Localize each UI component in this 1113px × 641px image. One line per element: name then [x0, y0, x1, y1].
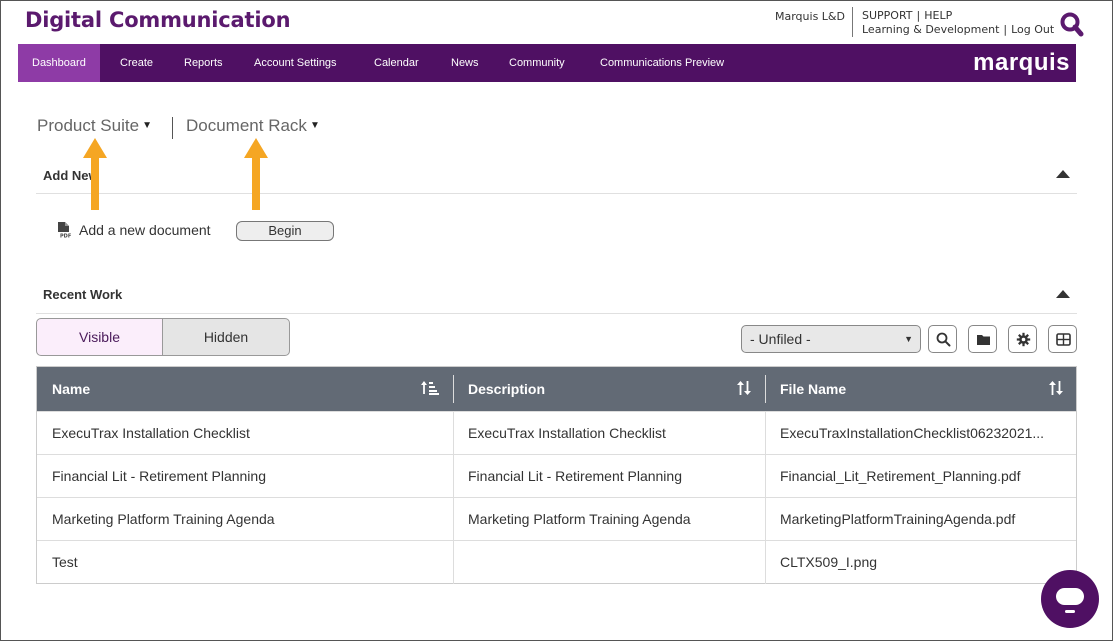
- nav-account-settings[interactable]: Account Settings: [254, 44, 337, 82]
- link-separator: |: [916, 9, 921, 22]
- app-title: Digital Communication: [25, 8, 291, 32]
- section-divider: [36, 193, 1077, 194]
- header-file-name[interactable]: File Name: [765, 367, 1076, 411]
- recent-work-table: Name Description File Name ExecuTrax Ins…: [36, 366, 1077, 584]
- chat-icon: [1056, 588, 1084, 613]
- add-document-label: Add a new document: [79, 222, 211, 238]
- sort-icon: [1049, 381, 1063, 395]
- cell-name[interactable]: ExecuTrax Installation Checklist: [37, 412, 453, 454]
- visible-tab[interactable]: Visible: [36, 318, 163, 356]
- nav-create[interactable]: Create: [120, 44, 153, 82]
- document-rack-label: Document Rack: [186, 116, 307, 135]
- header-description-label: Description: [468, 381, 546, 397]
- link-separator: |: [1003, 23, 1008, 36]
- table-row[interactable]: Marketing Platform Training Agenda Marke…: [37, 497, 1076, 541]
- marquis-logo: marquis: [973, 49, 1070, 76]
- annotation-arrow-icon: [242, 136, 270, 212]
- main-navbar: Dashboard Create Reports Account Setting…: [18, 44, 1076, 82]
- settings-button[interactable]: [1008, 325, 1037, 353]
- header-divider: [852, 7, 853, 37]
- columns-button[interactable]: [1048, 325, 1077, 353]
- search-icon: [936, 332, 951, 347]
- search-icon[interactable]: [1060, 12, 1084, 38]
- cell-file-name: Financial_Lit_Retirement_Planning.pdf: [780, 468, 1021, 484]
- selector-divider: [172, 117, 173, 139]
- collapse-recent-work-icon[interactable]: [1056, 290, 1070, 298]
- nav-calendar[interactable]: Calendar: [374, 44, 419, 82]
- folder-icon: [977, 335, 990, 345]
- section-divider: [36, 313, 1077, 314]
- product-suite-dropdown[interactable]: Product Suite ▼: [37, 116, 152, 136]
- header-name[interactable]: Name: [37, 367, 453, 411]
- nav-dashboard[interactable]: Dashboard: [18, 44, 100, 82]
- sort-icon: [737, 381, 751, 395]
- pdf-document-icon: PDF: [57, 222, 71, 240]
- table-row[interactable]: Financial Lit - Retirement Planning Fina…: [37, 454, 1076, 498]
- header-file-name-label: File Name: [780, 381, 847, 397]
- collapse-add-new-icon[interactable]: [1056, 170, 1070, 178]
- gear-icon: [1016, 332, 1031, 347]
- recent-work-title: Recent Work: [43, 287, 123, 302]
- nav-news[interactable]: News: [451, 44, 479, 82]
- folder-filter-value: - Unfiled -: [750, 331, 811, 347]
- header-description[interactable]: Description: [453, 367, 765, 411]
- header-name-label: Name: [52, 381, 91, 397]
- search-button[interactable]: [928, 325, 957, 353]
- cell-file-name: ExecuTraxInstallationChecklist06232021..…: [780, 425, 1045, 441]
- cell-description: ExecuTrax Installation Checklist: [468, 425, 666, 441]
- grid-icon: [1056, 333, 1071, 346]
- caret-down-icon: ▼: [904, 334, 913, 344]
- nav-communications-preview[interactable]: Communications Preview: [600, 44, 724, 82]
- table-row[interactable]: ExecuTrax Installation Checklist ExecuTr…: [37, 411, 1076, 455]
- cell-file-name: MarketingPlatformTrainingAgenda.pdf: [780, 511, 1016, 527]
- cell-description: Financial Lit - Retirement Planning: [468, 468, 682, 484]
- product-suite-label: Product Suite: [37, 116, 140, 135]
- table-row[interactable]: Test CLTX509_I.png: [37, 540, 1076, 584]
- user-name: Marquis L&D: [775, 10, 845, 23]
- cell-name[interactable]: Test: [37, 541, 453, 583]
- folder-filter-select[interactable]: - Unfiled - ▼: [741, 325, 921, 353]
- annotation-arrow-icon: [81, 136, 109, 212]
- cell-name[interactable]: Marketing Platform Training Agenda: [37, 498, 453, 540]
- nav-community[interactable]: Community: [509, 44, 565, 82]
- sort-ascending-icon: [421, 381, 439, 395]
- cell-name[interactable]: Financial Lit - Retirement Planning: [37, 455, 453, 497]
- svg-text:PDF: PDF: [60, 234, 71, 239]
- support-link[interactable]: SUPPORT: [862, 9, 913, 22]
- learning-development-link[interactable]: Learning & Development: [862, 23, 999, 36]
- document-rack-dropdown[interactable]: Document Rack ▼: [186, 116, 320, 136]
- nav-reports[interactable]: Reports: [184, 44, 223, 82]
- header-links: SUPPORT | HELP Learning & Development | Log …: [862, 9, 1054, 37]
- chat-button[interactable]: [1041, 570, 1099, 628]
- caret-down-icon: ▼: [142, 120, 152, 131]
- help-link[interactable]: HELP: [924, 9, 952, 22]
- begin-button[interactable]: Begin: [236, 221, 334, 241]
- logout-link[interactable]: Log Out: [1011, 23, 1054, 36]
- cell-description: Marketing Platform Training Agenda: [468, 511, 691, 527]
- cell-description: [453, 541, 765, 583]
- folder-button[interactable]: [968, 325, 997, 353]
- hidden-tab[interactable]: Hidden: [162, 318, 290, 356]
- caret-down-icon: ▼: [309, 120, 320, 131]
- table-header: Name Description File Name: [37, 367, 1076, 411]
- cell-file-name: CLTX509_I.png: [780, 554, 878, 570]
